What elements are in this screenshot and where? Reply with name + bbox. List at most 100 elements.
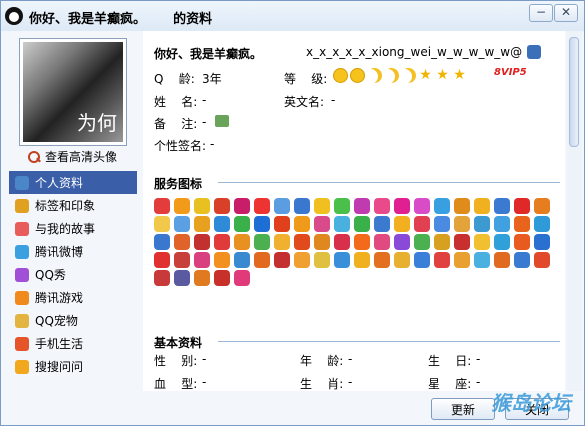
service-icon[interactable] (294, 234, 310, 250)
vertical-scrollbar[interactable] (567, 31, 582, 391)
service-icon[interactable] (354, 252, 370, 268)
service-icon[interactable] (314, 198, 330, 214)
service-icon[interactable] (354, 198, 370, 214)
service-icon[interactable] (414, 234, 430, 250)
service-icon[interactable] (334, 198, 350, 214)
edit-profile-icon[interactable] (527, 45, 541, 59)
service-icon[interactable] (334, 216, 350, 232)
service-icon[interactable] (254, 234, 270, 250)
service-icon[interactable] (374, 234, 390, 250)
service-icon[interactable] (234, 234, 250, 250)
close-window-button[interactable]: ✕ (554, 4, 578, 22)
service-icon[interactable] (494, 198, 510, 214)
service-icon[interactable] (494, 216, 510, 232)
service-icon[interactable] (474, 234, 490, 250)
service-icon[interactable] (414, 252, 430, 268)
service-icon[interactable] (294, 216, 310, 232)
service-icon[interactable] (214, 270, 230, 286)
service-icon[interactable] (474, 216, 490, 232)
service-icon[interactable] (154, 234, 170, 250)
service-icon[interactable] (514, 252, 530, 268)
sidebar-item-2[interactable]: 与我的故事 (9, 217, 137, 240)
service-icon[interactable] (494, 252, 510, 268)
service-icon[interactable] (394, 216, 410, 232)
vip-badge[interactable]: 8VIP5 (494, 67, 527, 78)
service-icon[interactable] (394, 234, 410, 250)
refresh-button[interactable]: 更新 (431, 398, 495, 420)
service-icon[interactable] (394, 198, 410, 214)
service-icon[interactable] (274, 252, 290, 268)
service-icon[interactable] (194, 216, 210, 232)
service-icon[interactable] (154, 252, 170, 268)
service-icon[interactable] (474, 252, 490, 268)
service-icon[interactable] (254, 198, 270, 214)
service-icon[interactable] (514, 216, 530, 232)
service-icon[interactable] (454, 216, 470, 232)
service-icon[interactable] (374, 252, 390, 268)
service-icon[interactable] (234, 198, 250, 214)
service-icon[interactable] (334, 252, 350, 268)
service-icon[interactable] (434, 252, 450, 268)
service-icon[interactable] (534, 234, 550, 250)
service-icon[interactable] (174, 198, 190, 214)
service-icon[interactable] (174, 234, 190, 250)
service-icon[interactable] (354, 234, 370, 250)
service-icon[interactable] (274, 216, 290, 232)
sidebar-item-8[interactable]: 搜搜问问 (9, 355, 137, 378)
service-icon[interactable] (514, 234, 530, 250)
service-icon[interactable] (374, 216, 390, 232)
sidebar-item-7[interactable]: 手机生活 (9, 332, 137, 355)
service-icon[interactable] (194, 252, 210, 268)
service-icon[interactable] (314, 252, 330, 268)
service-icon[interactable] (454, 234, 470, 250)
view-hd-avatar-link[interactable]: 查看高清头像 (27, 148, 117, 165)
service-icon[interactable] (254, 216, 270, 232)
service-icon[interactable] (154, 216, 170, 232)
service-icon[interactable] (534, 252, 550, 268)
avatar-frame[interactable]: 为何 (19, 38, 127, 146)
service-icon[interactable] (194, 270, 210, 286)
service-icon[interactable] (414, 198, 430, 214)
service-icon[interactable] (154, 270, 170, 286)
sidebar-item-6[interactable]: QQ宠物 (9, 309, 137, 332)
service-icon[interactable] (254, 252, 270, 268)
title-bar[interactable]: 你好、我是羊癫疯。 的资料 − ✕ (1, 1, 584, 31)
service-icon[interactable] (334, 234, 350, 250)
service-icon[interactable] (314, 234, 330, 250)
service-icon[interactable] (354, 216, 370, 232)
service-icon[interactable] (474, 198, 490, 214)
scrollbar-thumb[interactable] (569, 37, 579, 147)
service-icon[interactable] (234, 216, 250, 232)
service-icon[interactable] (174, 216, 190, 232)
service-icon[interactable] (434, 234, 450, 250)
service-icon[interactable] (174, 270, 190, 286)
sidebar-item-5[interactable]: 腾讯游戏 (9, 286, 137, 309)
edit-note-icon[interactable] (215, 115, 229, 127)
service-icon[interactable] (374, 198, 390, 214)
service-icon[interactable] (194, 234, 210, 250)
service-icon[interactable] (434, 198, 450, 214)
service-icon[interactable] (434, 216, 450, 232)
service-icon[interactable] (294, 252, 310, 268)
service-icon[interactable] (214, 234, 230, 250)
service-icon[interactable] (294, 198, 310, 214)
sidebar-item-0[interactable]: 个人资料 (9, 171, 137, 194)
service-icon[interactable] (534, 216, 550, 232)
service-icon[interactable] (214, 252, 230, 268)
service-icon[interactable] (454, 252, 470, 268)
service-icon[interactable] (394, 252, 410, 268)
service-icon[interactable] (214, 198, 230, 214)
service-icon[interactable] (234, 252, 250, 268)
sidebar-item-4[interactable]: QQ秀 (9, 263, 137, 286)
service-icon[interactable] (194, 198, 210, 214)
service-icon[interactable] (534, 198, 550, 214)
service-icon[interactable] (234, 270, 250, 286)
minimize-button[interactable]: − (529, 4, 553, 22)
service-icon[interactable] (274, 198, 290, 214)
service-icon[interactable] (174, 252, 190, 268)
sidebar-item-3[interactable]: 腾讯微博 (9, 240, 137, 263)
service-icon[interactable] (274, 234, 290, 250)
sidebar-item-1[interactable]: 标签和印象 (9, 194, 137, 217)
service-icon[interactable] (494, 234, 510, 250)
service-icon[interactable] (154, 198, 170, 214)
